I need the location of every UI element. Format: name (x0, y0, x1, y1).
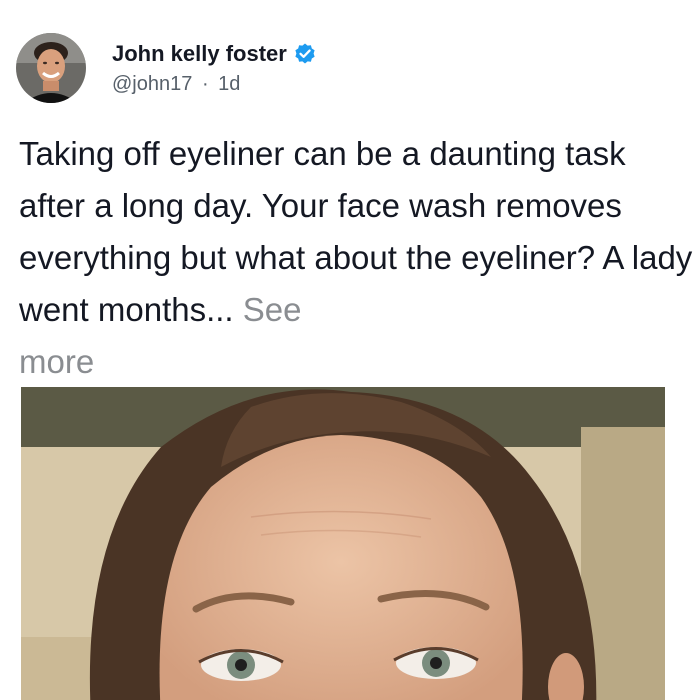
verified-badge-icon (293, 42, 317, 66)
name-row: John kelly foster (112, 41, 317, 67)
post-text: Taking off eyeliner can be a daunting ta… (19, 128, 699, 388)
see-more-word-2[interactable]: more (19, 343, 94, 380)
author-handle[interactable]: @john17 (112, 73, 192, 95)
post-photo[interactable] (21, 387, 665, 700)
author-meta: John kelly foster @john17 · 1d (112, 41, 317, 96)
post-timestamp[interactable]: 1d (218, 73, 240, 95)
handle-row: @john17 · 1d (112, 73, 317, 96)
post-body: Taking off eyeliner can be a daunting ta… (19, 135, 693, 328)
post-header: John kelly foster @john17 · 1d (16, 33, 317, 103)
author-name[interactable]: John kelly foster (112, 41, 287, 67)
meta-separator: · (201, 72, 209, 95)
author-avatar[interactable] (16, 33, 86, 103)
social-post: John kelly foster @john17 · 1d Taking of… (0, 0, 700, 700)
see-more-word-1[interactable]: See (243, 291, 302, 328)
